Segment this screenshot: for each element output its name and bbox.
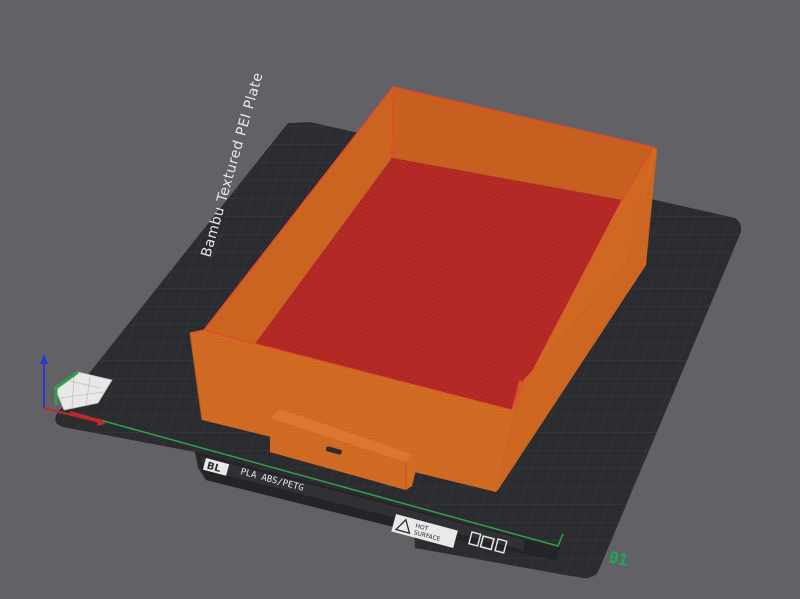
3d-viewport[interactable]: Bambu Textured PEI Plate PLA ABS/PETG BL… bbox=[0, 0, 800, 599]
plate-number-label[interactable]: 01 bbox=[607, 547, 630, 570]
